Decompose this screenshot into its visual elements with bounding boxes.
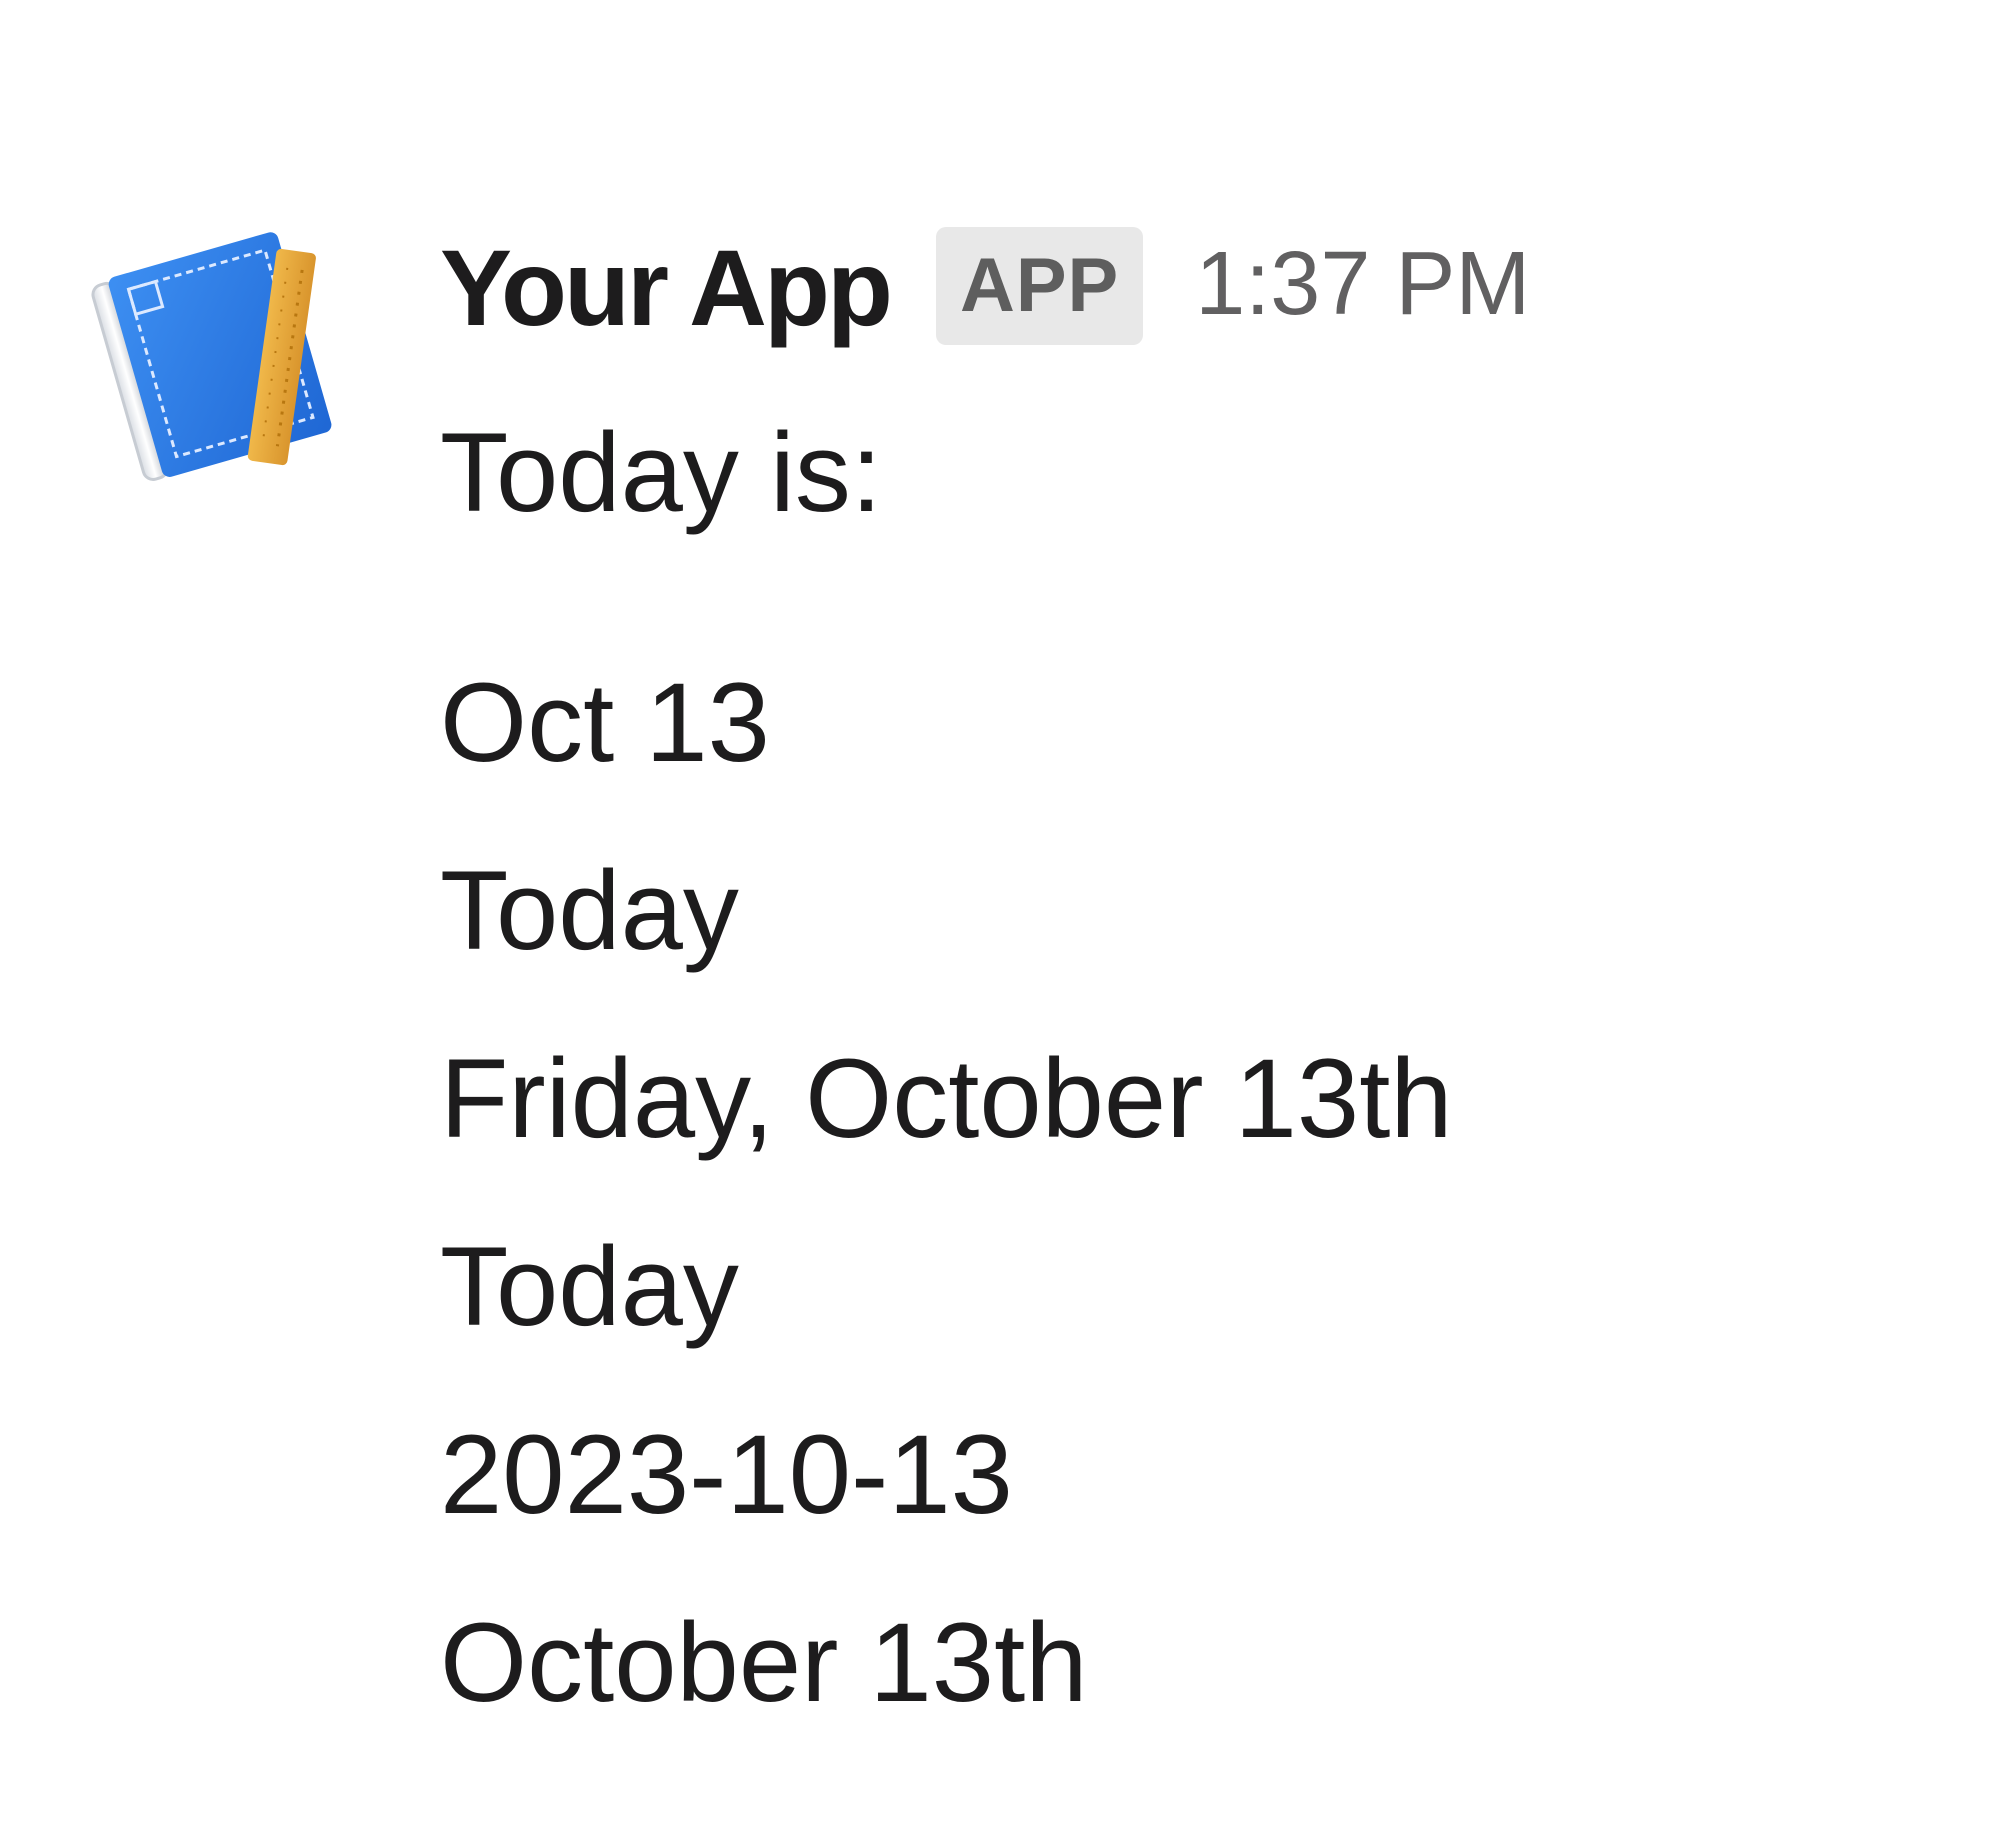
sender-name[interactable]: Your App: [440, 234, 893, 342]
date-line-relative: Today: [440, 848, 739, 973]
date-line-month-day: October 13th: [440, 1600, 1088, 1725]
message-header: Your App APP 1:37 PM: [440, 227, 1940, 348]
app-badge: APP: [935, 227, 1144, 345]
message-timestamp[interactable]: 1:37 PM: [1195, 239, 1530, 329]
date-list: Oct 13 Today Friday, October 13th Today …: [440, 658, 1940, 1728]
date-line-iso: 2023-10-13: [440, 1412, 1013, 1537]
message-content: Your App APP 1:37 PM Today is: Oct 13 To…: [440, 227, 1940, 1786]
app-book-ruler-icon: [91, 232, 332, 481]
avatar[interactable]: [76, 210, 352, 486]
date-line-short: Oct 13: [440, 660, 770, 785]
message-intro: Today is:: [440, 410, 882, 535]
date-line-long: Friday, October 13th: [440, 1036, 1453, 1161]
date-line-relative-2: Today: [440, 1224, 739, 1349]
message: Your App APP 1:37 PM Today is: Oct 13 To…: [0, 0, 2000, 1838]
